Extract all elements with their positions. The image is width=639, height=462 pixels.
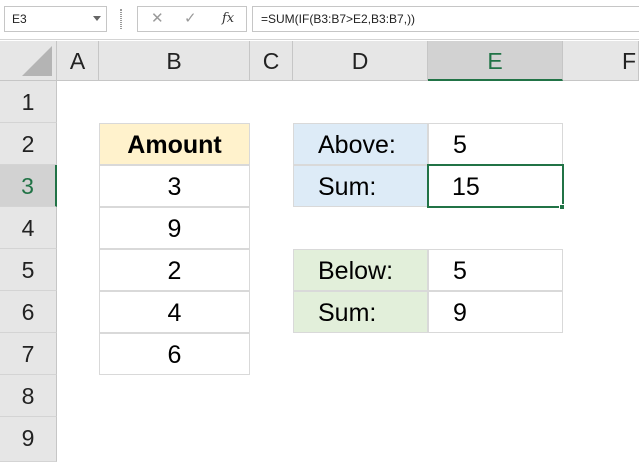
row-header-2[interactable]: 2 bbox=[0, 123, 57, 165]
formula-bar-divider[interactable] bbox=[120, 9, 122, 29]
select-all-icon bbox=[22, 46, 52, 76]
column-header-a[interactable]: A bbox=[57, 41, 99, 81]
amount-cell[interactable]: 6 bbox=[99, 333, 250, 375]
select-all-button[interactable] bbox=[0, 41, 57, 81]
amount-header-cell[interactable]: Amount bbox=[99, 123, 250, 165]
below-value-cell[interactable]: 5 bbox=[428, 249, 563, 291]
chevron-down-icon[interactable] bbox=[93, 16, 101, 21]
row-header-6[interactable]: 6 bbox=[0, 291, 57, 333]
row-header-5[interactable]: 5 bbox=[0, 249, 57, 291]
row-header-1[interactable]: 1 bbox=[0, 81, 57, 123]
row-header-3[interactable]: 3 bbox=[0, 165, 57, 207]
row-header-9[interactable]: 9 bbox=[0, 417, 57, 462]
formula-buttons: ✕ ✓ fx bbox=[137, 6, 247, 32]
formula-input[interactable]: =SUM(IF(B3:B7>E2,B3:B7,)) bbox=[252, 6, 639, 32]
amount-cell[interactable]: 2 bbox=[99, 249, 250, 291]
formula-text: =SUM(IF(B3:B7>E2,B3:B7,)) bbox=[261, 12, 416, 26]
row-header-8[interactable]: 8 bbox=[0, 375, 57, 417]
column-header-e[interactable]: E bbox=[428, 41, 563, 81]
name-box[interactable]: E3 bbox=[4, 6, 107, 32]
amount-cell[interactable]: 4 bbox=[99, 291, 250, 333]
cancel-icon[interactable]: ✕ bbox=[151, 10, 164, 28]
row-header-7[interactable]: 7 bbox=[0, 333, 57, 375]
below-sum-label-cell[interactable]: Sum: bbox=[293, 291, 428, 333]
row-header-4[interactable]: 4 bbox=[0, 207, 57, 249]
above-sum-label-cell[interactable]: Sum: bbox=[293, 165, 428, 207]
above-value-cell[interactable]: 5 bbox=[428, 123, 563, 165]
amount-cell[interactable]: 3 bbox=[99, 165, 250, 207]
below-sum-value-cell[interactable]: 9 bbox=[428, 291, 563, 333]
enter-icon[interactable]: ✓ bbox=[184, 10, 197, 28]
above-sum-value-cell[interactable]: 15 bbox=[427, 164, 564, 208]
amount-cell[interactable]: 9 bbox=[99, 207, 250, 249]
worksheet-grid: A B C D E F 1 2 3 4 5 6 7 8 9 Amount 3 9… bbox=[0, 41, 639, 462]
formula-bar: E3 ✕ ✓ fx =SUM(IF(B3:B7>E2,B3:B7,)) bbox=[0, 0, 639, 40]
column-header-b[interactable]: B bbox=[99, 41, 250, 81]
column-header-c[interactable]: C bbox=[250, 41, 293, 81]
name-box-value: E3 bbox=[12, 12, 27, 26]
fill-handle[interactable] bbox=[559, 204, 565, 210]
below-label-cell[interactable]: Below: bbox=[293, 249, 428, 291]
column-header-d[interactable]: D bbox=[293, 41, 428, 81]
insert-function-icon[interactable]: fx bbox=[222, 10, 234, 28]
column-header-f[interactable]: F bbox=[563, 41, 639, 81]
above-label-cell[interactable]: Above: bbox=[293, 123, 428, 165]
